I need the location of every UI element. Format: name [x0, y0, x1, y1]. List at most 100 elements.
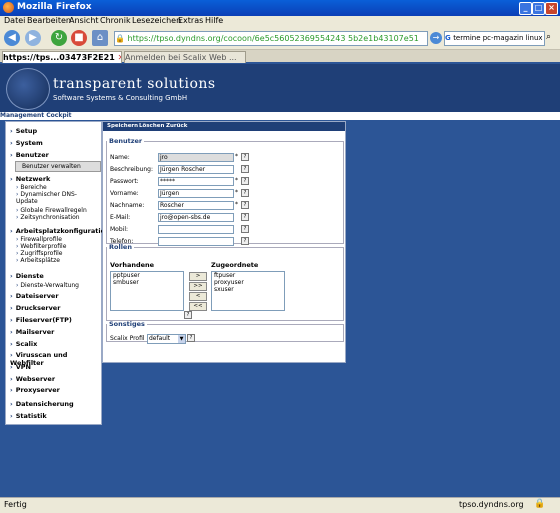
- email-label: E-Mail:: [110, 214, 131, 221]
- sidebar-item-arbeitsplaetze[interactable]: Arbeitsplätze: [16, 257, 60, 264]
- sidebar-item-benutzer-verwalten[interactable]: Benutzer verwalten: [15, 161, 101, 172]
- save-button[interactable]: Speichern: [107, 122, 138, 131]
- reload-icon[interactable]: ↻: [51, 30, 67, 46]
- sidebar-item-datensicherung[interactable]: Datensicherung: [10, 400, 74, 408]
- help-icon[interactable]: ?: [241, 165, 249, 173]
- chevron-down-icon[interactable]: ▼: [178, 335, 185, 343]
- sidebar-item-statistik[interactable]: Statistik: [10, 412, 47, 420]
- url-input[interactable]: 🔒 https://tpso.dyndns.org/cocoon/6e5c560…: [114, 31, 428, 46]
- menu-extras[interactable]: Extras: [178, 16, 203, 25]
- help-icon[interactable]: ?: [241, 225, 249, 233]
- sidebar-item-zugriffsprofile[interactable]: Zugriffsprofile: [16, 250, 62, 257]
- password-field[interactable]: *****: [158, 177, 234, 186]
- move-right-button[interactable]: >: [189, 272, 207, 281]
- sidebar-item-dateiserver[interactable]: Dateiserver: [10, 292, 59, 300]
- name-field[interactable]: jro: [158, 153, 234, 162]
- sidebar-item-dns-update[interactable]: Dynamischer DNS-Update: [16, 191, 96, 205]
- sidebar-item-arbeitsplatzkonfiguration[interactable]: Arbeitsplatzkonfiguration: [10, 227, 110, 235]
- tab-close-icon[interactable]: ✕: [118, 53, 121, 62]
- list-item[interactable]: ftpuser: [212, 272, 284, 279]
- sidebar-item-firewallregeln[interactable]: Globale Firewallregeln: [16, 207, 86, 214]
- sidebar-item-dienste[interactable]: Dienste: [10, 272, 44, 280]
- tab-active[interactable]: https://tps...03473F2E21 ✕: [2, 51, 122, 63]
- available-roles-label: Vorhandene: [110, 261, 155, 269]
- minimize-button[interactable]: _: [519, 2, 532, 15]
- sidebar-item-benutzer[interactable]: Benutzer: [10, 151, 49, 159]
- page-header: transparent solutions Software Systems &…: [0, 64, 560, 112]
- lastname-field[interactable]: Roscher: [158, 201, 234, 210]
- sidebar-item-webserver[interactable]: Webserver: [10, 375, 55, 383]
- help-icon[interactable]: ?: [184, 311, 192, 319]
- help-icon[interactable]: ?: [241, 189, 249, 197]
- menu-bar: Datei Bearbeiten Ansicht Chronik Lesezei…: [0, 16, 560, 27]
- menu-bearbeiten[interactable]: Bearbeiten: [27, 16, 71, 25]
- form-toolbar: Speichern Löschen Zurück: [103, 122, 345, 131]
- list-item[interactable]: smbuser: [111, 279, 183, 286]
- sidebar-item-scalix[interactable]: Scalix: [10, 340, 38, 348]
- roles-legend: Rollen: [109, 243, 132, 251]
- google-icon: G: [445, 34, 454, 42]
- help-icon[interactable]: ?: [187, 334, 195, 342]
- list-item[interactable]: proxyuser: [212, 279, 284, 286]
- sidebar-item-druckserver[interactable]: Druckserver: [10, 304, 61, 312]
- menu-ansicht[interactable]: Ansicht: [69, 16, 99, 25]
- sidebar-item-zeitsync[interactable]: Zeitsynchronisation: [16, 214, 79, 221]
- globe-logo-icon: [6, 68, 50, 110]
- back-button[interactable]: Zurück: [166, 122, 187, 131]
- sidebar-item-netzwerk[interactable]: Netzwerk: [10, 175, 51, 183]
- search-input[interactable]: G termine pc-magazin linux: [444, 31, 545, 46]
- help-icon[interactable]: ?: [241, 201, 249, 209]
- help-icon[interactable]: ?: [241, 213, 249, 221]
- scalix-profile-value: default: [149, 335, 171, 342]
- home-icon[interactable]: ⌂: [92, 30, 108, 46]
- other-fieldset: Sonstiges Scalix Profil default ▼ ?: [106, 320, 344, 344]
- list-item[interactable]: sxuser: [212, 286, 284, 293]
- main-panel: Speichern Löschen Zurück Benutzer Name: …: [102, 121, 346, 363]
- sidebar-item-webfilterprofile[interactable]: Webfilterprofile: [16, 243, 66, 250]
- tab-bar: https://tps...03473F2E21 ✕ Anmelden bei …: [0, 50, 560, 63]
- sidebar-item-setup[interactable]: Setup: [10, 127, 37, 135]
- description-field[interactable]: Jürgen Roscher: [158, 165, 234, 174]
- mobile-field[interactable]: [158, 225, 234, 234]
- user-legend: Benutzer: [109, 137, 143, 145]
- close-button[interactable]: ×: [545, 2, 558, 15]
- required-marker: *: [235, 153, 238, 160]
- sidebar: Setup System Benutzer Benutzer verwalten…: [5, 121, 110, 425]
- email-field[interactable]: jro@open-sbs.de: [158, 213, 234, 222]
- menu-chronik[interactable]: Chronik: [100, 16, 131, 25]
- search-icon[interactable]: ⌕: [546, 32, 551, 42]
- tab-label: https://tps...03473F2E21: [3, 53, 115, 62]
- firstname-field[interactable]: Jürgen: [158, 189, 234, 198]
- go-icon[interactable]: →: [430, 32, 442, 44]
- sidebar-item-proxyserver[interactable]: Proxyserver: [10, 386, 60, 394]
- sidebar-item-vpn[interactable]: VPN: [10, 363, 31, 371]
- menu-lesezeichen[interactable]: Lesezeichen: [132, 16, 181, 25]
- sidebar-item-system[interactable]: System: [10, 139, 43, 147]
- sidebar-item-dienste-verwaltung[interactable]: Dienste-Verwaltung: [16, 282, 79, 289]
- forward-icon[interactable]: ▶: [25, 30, 41, 46]
- sidebar-item-bereiche[interactable]: Bereiche: [16, 184, 46, 191]
- sidebar-item-mailserver[interactable]: Mailserver: [10, 328, 55, 336]
- list-item[interactable]: pptpuser: [111, 272, 183, 279]
- stop-icon[interactable]: ■: [71, 30, 87, 46]
- back-icon[interactable]: ◀: [4, 30, 20, 46]
- move-all-left-button[interactable]: <<: [189, 302, 207, 311]
- assigned-roles-list[interactable]: ftpuser proxyuser sxuser: [211, 271, 285, 311]
- move-all-right-button[interactable]: >>: [189, 282, 207, 291]
- menu-hilfe[interactable]: Hilfe: [205, 16, 223, 25]
- sidebar-item-ftp[interactable]: Fileserver(FTP): [10, 316, 72, 324]
- maximize-button[interactable]: □: [532, 2, 545, 15]
- help-icon[interactable]: ?: [241, 153, 249, 161]
- description-label: Beschreibung:: [110, 166, 153, 173]
- help-icon[interactable]: ?: [241, 177, 249, 185]
- security-lock-icon[interactable]: 🔒: [534, 499, 545, 509]
- scalix-profile-select[interactable]: default ▼: [147, 334, 186, 344]
- tab-scalix[interactable]: Anmelden bei Scalix Web ...: [124, 51, 246, 63]
- menu-datei[interactable]: Datei: [4, 16, 25, 25]
- other-legend: Sonstiges: [109, 320, 145, 328]
- delete-button[interactable]: Löschen: [139, 122, 164, 131]
- move-left-button[interactable]: <: [189, 292, 207, 301]
- status-bar: Fertig tpso.dyndns.org 🔒: [0, 497, 560, 513]
- sidebar-item-firewallprofile[interactable]: Firewallprofile: [16, 236, 62, 243]
- available-roles-list[interactable]: pptpuser smbuser: [110, 271, 184, 311]
